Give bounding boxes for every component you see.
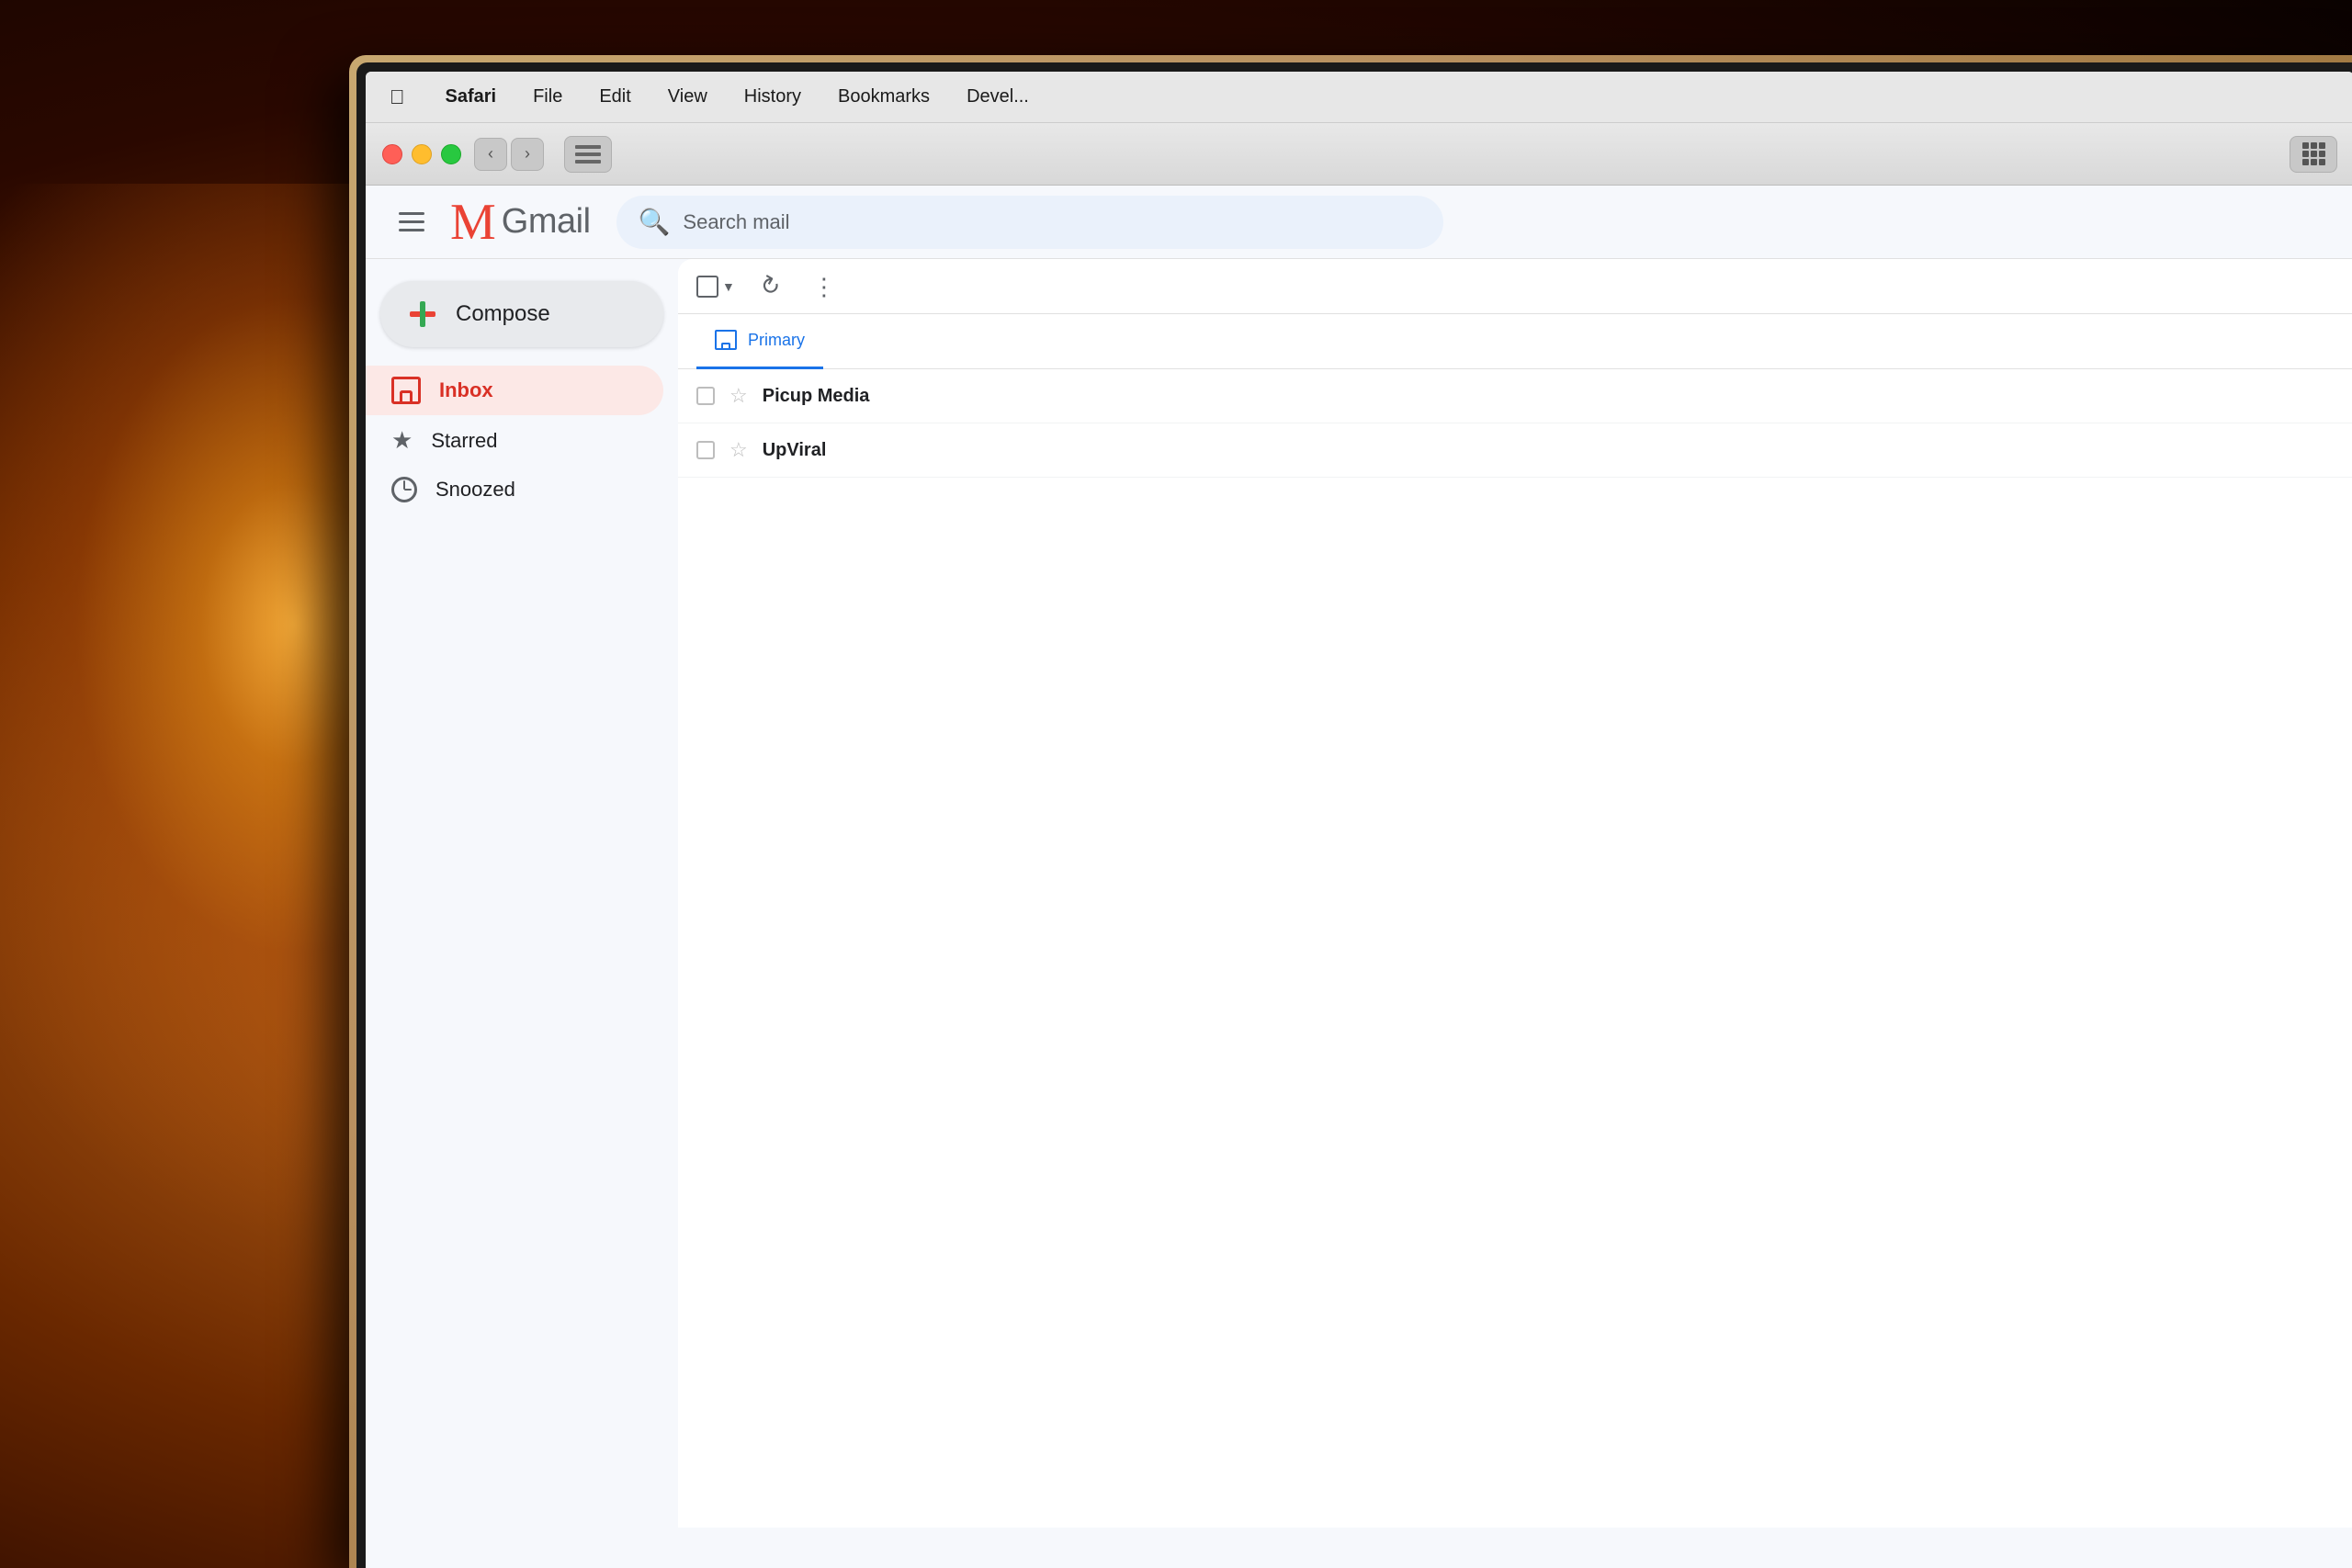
gmail-m-logo: M bbox=[450, 197, 496, 248]
screen-bezel:  Safari File Edit View History Bookmark… bbox=[356, 62, 2352, 1568]
primary-tab-label: Primary bbox=[748, 331, 805, 350]
grid-icon bbox=[2302, 142, 2325, 165]
more-options-button[interactable]: ⋮ bbox=[805, 266, 845, 307]
grid-dot bbox=[2311, 151, 2317, 157]
search-bar[interactable]: 🔍 Search mail bbox=[616, 196, 1443, 249]
gmail-header: M Gmail 🔍 Search mail bbox=[366, 186, 2352, 259]
hamburger-bar1 bbox=[399, 212, 424, 215]
develop-menu[interactable]: Devel... bbox=[961, 83, 1035, 111]
hamburger-icon bbox=[399, 212, 424, 231]
grid-dot bbox=[2319, 159, 2325, 165]
inbox-icon bbox=[391, 377, 421, 404]
grid-dot bbox=[2302, 142, 2309, 149]
primary-tab-icon bbox=[715, 330, 737, 350]
compose-button[interactable]: Compose bbox=[380, 281, 663, 347]
safari-menu[interactable]: Safari bbox=[440, 83, 503, 111]
refresh-icon: ↻ bbox=[754, 269, 786, 304]
search-placeholder-text: Search mail bbox=[683, 210, 789, 234]
macos-menu-bar:  Safari File Edit View History Bookmark… bbox=[366, 72, 2352, 123]
more-vert-icon: ⋮ bbox=[812, 275, 838, 299]
email-sender: UpViral bbox=[763, 440, 946, 461]
gmail-main: ▼ ↻ ⋮ bbox=[678, 259, 2352, 1528]
back-button[interactable]: ‹ bbox=[474, 138, 507, 171]
hamburger-bar3 bbox=[399, 229, 424, 231]
sidebar-icon-bar2 bbox=[575, 152, 601, 156]
gmail-body: Compose Inbox ★ Starred bbox=[366, 259, 2352, 1528]
select-all-checkbox[interactable] bbox=[696, 276, 718, 298]
grid-dot bbox=[2311, 142, 2317, 149]
gmail-tabs: Primary bbox=[678, 314, 2352, 369]
screen-content:  Safari File Edit View History Bookmark… bbox=[366, 72, 2352, 1568]
forward-button[interactable]: › bbox=[511, 138, 544, 171]
edit-menu[interactable]: Edit bbox=[594, 83, 636, 111]
sidebar-item-snoozed[interactable]: Snoozed bbox=[366, 466, 663, 513]
hamburger-bar2 bbox=[399, 220, 424, 223]
email-checkbox[interactable] bbox=[696, 387, 715, 405]
sidebar-icon-bar1 bbox=[575, 145, 601, 149]
traffic-lights bbox=[382, 144, 461, 164]
email-sender: Picup Media bbox=[763, 386, 946, 407]
checkbox-dropdown-arrow[interactable]: ▼ bbox=[722, 279, 735, 294]
compose-label: Compose bbox=[456, 301, 550, 327]
gmail-text-logo: Gmail bbox=[502, 202, 591, 242]
laptop-body:  Safari File Edit View History Bookmark… bbox=[349, 55, 2352, 1568]
sidebar-toggle-button[interactable] bbox=[564, 136, 612, 173]
grid-dot bbox=[2319, 142, 2325, 149]
history-menu[interactable]: History bbox=[739, 83, 807, 111]
file-menu[interactable]: File bbox=[527, 83, 568, 111]
email-row[interactable]: ☆ UpViral bbox=[678, 423, 2352, 478]
email-star-icon[interactable]: ☆ bbox=[729, 438, 748, 462]
sidebar-toggle-icon bbox=[575, 145, 601, 164]
view-menu[interactable]: View bbox=[662, 83, 713, 111]
nav-buttons: ‹ › bbox=[474, 138, 544, 171]
search-icon: 🔍 bbox=[639, 207, 671, 237]
inbox-label: Inbox bbox=[439, 378, 493, 402]
grid-dot bbox=[2319, 151, 2325, 157]
plus-vertical bbox=[420, 301, 425, 327]
sidebar-icon-bar3 bbox=[575, 160, 601, 164]
email-checkbox[interactable] bbox=[696, 441, 715, 459]
minimize-button[interactable] bbox=[412, 144, 432, 164]
apple-menu[interactable]:  bbox=[384, 82, 411, 113]
compose-icon bbox=[406, 298, 439, 331]
safari-toolbar: ‹ › bbox=[366, 123, 2352, 186]
clock-icon bbox=[391, 477, 417, 502]
star-icon: ★ bbox=[391, 426, 413, 455]
close-button[interactable] bbox=[382, 144, 402, 164]
inbox-icon-tab bbox=[400, 390, 413, 401]
grid-dot bbox=[2311, 159, 2317, 165]
forward-icon: › bbox=[525, 144, 530, 164]
sidebar-item-starred[interactable]: ★ Starred bbox=[366, 415, 663, 466]
fullscreen-button[interactable] bbox=[441, 144, 461, 164]
tab-grid-button[interactable] bbox=[2290, 136, 2337, 173]
email-row[interactable]: ☆ Picup Media bbox=[678, 369, 2352, 423]
tab-primary[interactable]: Primary bbox=[696, 314, 823, 369]
gmail-logo[interactable]: M Gmail bbox=[450, 197, 591, 248]
snoozed-label: Snoozed bbox=[435, 478, 515, 502]
back-icon: ‹ bbox=[488, 144, 493, 164]
menu-button[interactable] bbox=[388, 198, 435, 246]
gmail-toolbar: ▼ ↻ ⋮ bbox=[678, 259, 2352, 314]
grid-dot bbox=[2302, 151, 2309, 157]
grid-dot bbox=[2302, 159, 2309, 165]
email-list: ☆ Picup Media ☆ UpViral bbox=[678, 369, 2352, 1528]
email-star-icon[interactable]: ☆ bbox=[729, 384, 748, 408]
sidebar-item-inbox[interactable]: Inbox bbox=[366, 366, 663, 415]
refresh-button[interactable]: ↻ bbox=[750, 266, 790, 307]
bookmarks-menu[interactable]: Bookmarks bbox=[832, 83, 935, 111]
starred-label: Starred bbox=[431, 429, 497, 453]
gmail-sidebar: Compose Inbox ★ Starred bbox=[366, 259, 678, 1528]
select-all-wrapper[interactable]: ▼ bbox=[696, 276, 735, 298]
